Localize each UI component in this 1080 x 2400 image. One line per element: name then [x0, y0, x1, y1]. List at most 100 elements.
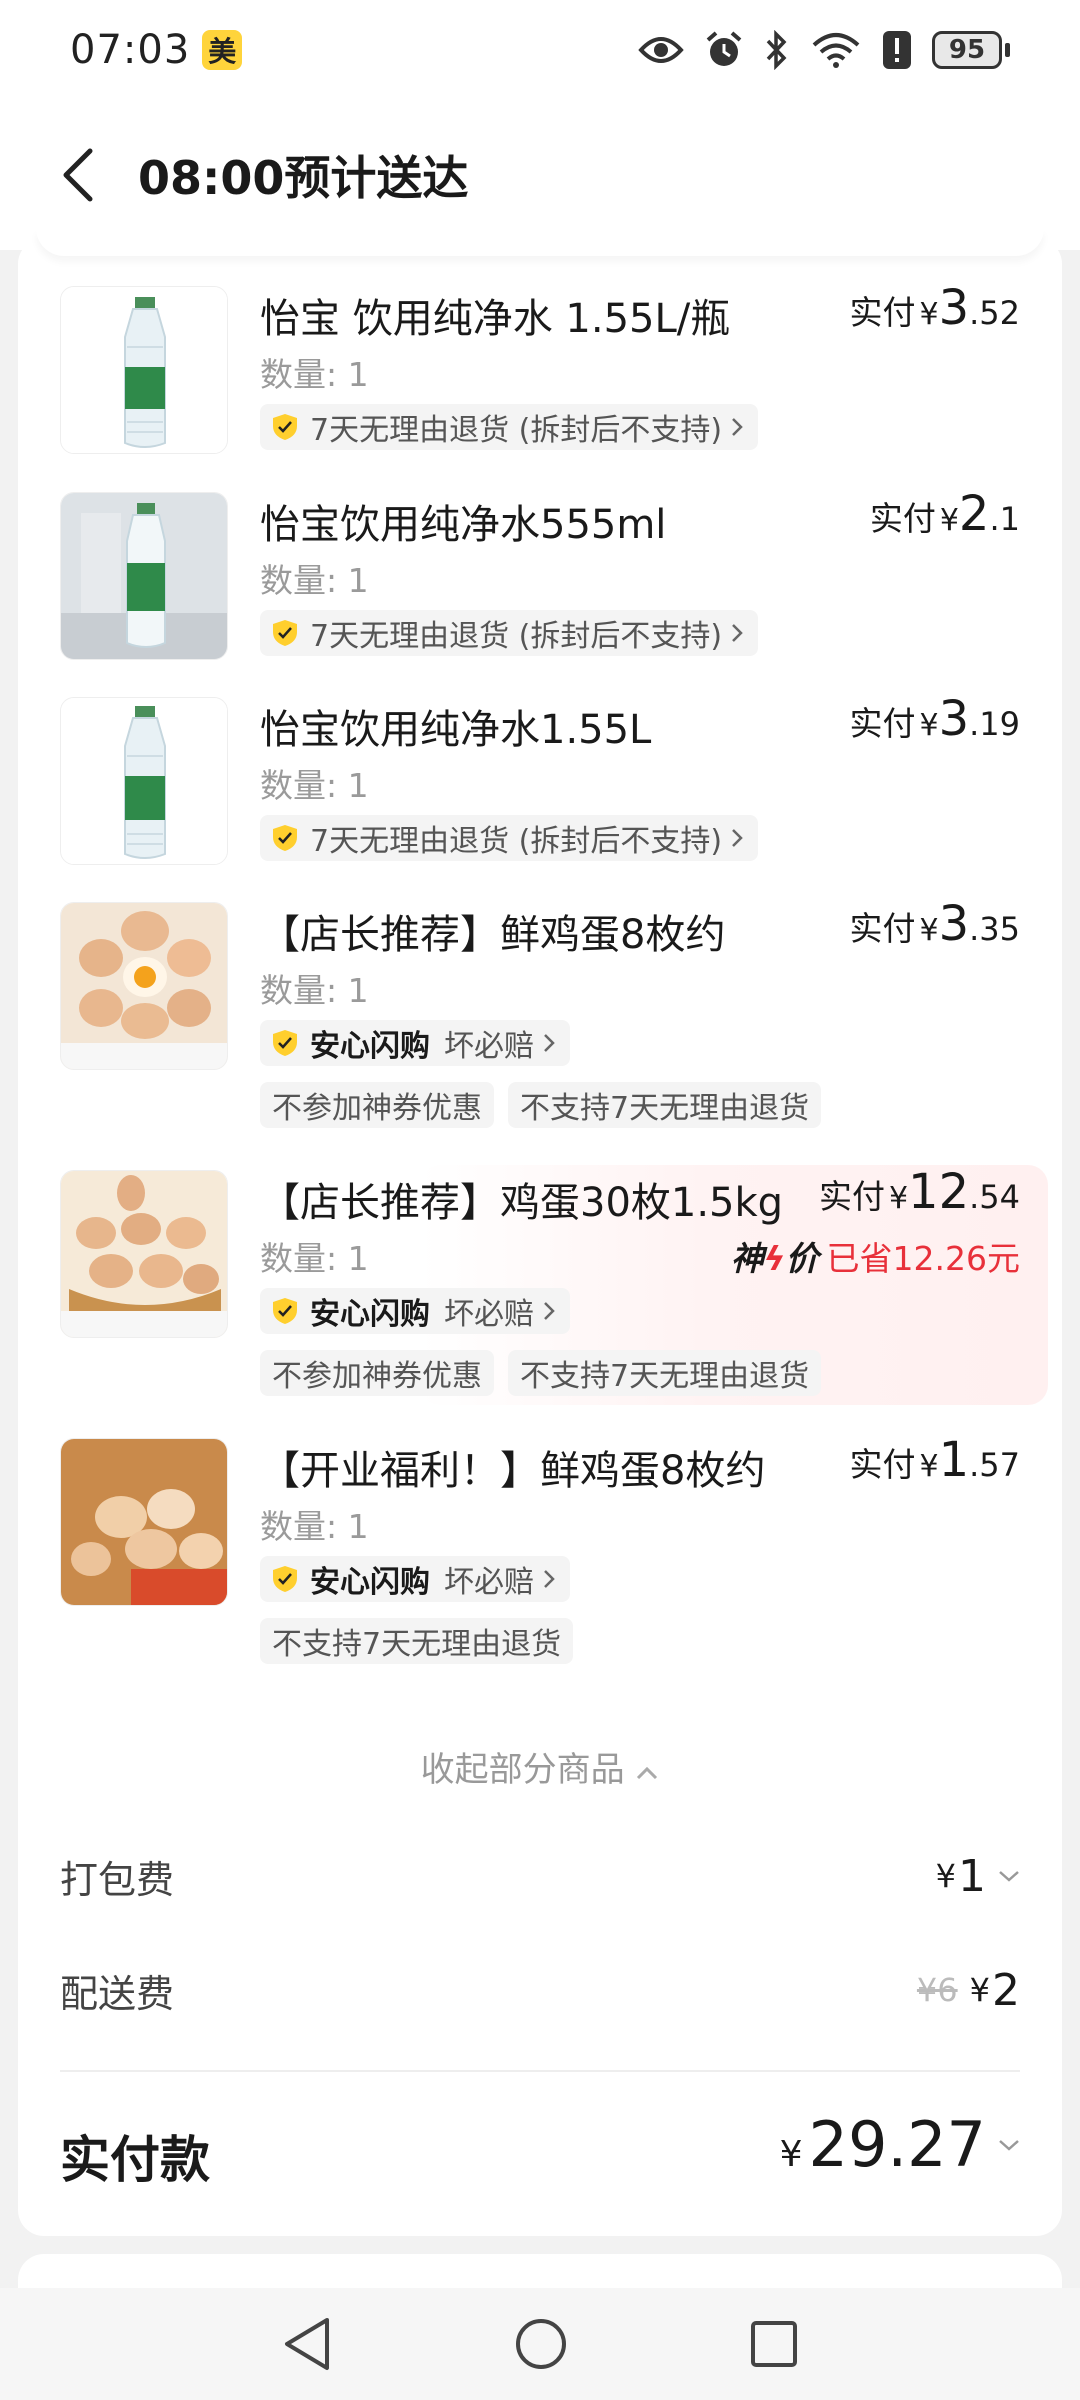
safe-purchase-tag[interactable]: 安心闪购 坏必赔 [260, 1556, 570, 1602]
nav-recents-icon[interactable] [749, 2319, 799, 2369]
price-currency: ¥ [939, 503, 959, 538]
fee-amount: 1 [958, 1850, 986, 1902]
restriction-tags: 不支持7天无理由退货 [260, 1618, 574, 1664]
status-icons: 95 [638, 30, 1010, 70]
shield-check-icon [273, 414, 297, 440]
chevron-right-icon [544, 1034, 555, 1052]
back-button[interactable] [58, 145, 108, 205]
product-image-water-bottle [60, 492, 228, 660]
safe-purchase-title: 安心闪购 [310, 1029, 430, 1064]
price-decimal: .1 [989, 500, 1020, 538]
chevron-right-icon [732, 624, 743, 642]
price-decimal: .57 [969, 1446, 1020, 1484]
system-nav-bar [0, 2288, 1080, 2400]
packing-fee-row[interactable]: 打包费 ¥1 [60, 1846, 1020, 1906]
battery-icon: 95 [932, 31, 1010, 69]
product-name: 【店长推荐】鲜鸡蛋8枚约 [260, 912, 726, 958]
app-badge: 美 [202, 30, 243, 70]
restriction-tag: 不参加神券优惠 [260, 1082, 494, 1128]
price-label: 实付 [849, 909, 916, 948]
wifi-icon [812, 33, 860, 68]
currency-symbol: ¥ [935, 1857, 956, 1895]
list-item[interactable]: 怡宝饮用纯净水1.55L 数量: 1 实付 ¥3.19 7天无理由退货 (拆封后不… [60, 691, 1020, 867]
restriction-tag: 不参加神券优惠 [260, 1350, 494, 1396]
fee-amount: 2 [992, 1964, 1020, 2016]
price-decimal: .35 [969, 910, 1020, 948]
list-item[interactable]: 怡宝饮用纯净水555ml 数量: 1 实付 ¥2.1 7天无理由退货 (拆封后不支… [60, 486, 1020, 662]
total-amount[interactable]: ¥ 29.27 [780, 2108, 1020, 2181]
list-item[interactable]: 【店长推荐】鸡蛋30枚1.5kg 数量: 1 实付 ¥12.54 神ϟ价 已省12.… [60, 1164, 1020, 1400]
price-integer: 3 [938, 896, 970, 952]
shield-check-icon [273, 620, 297, 646]
shield-check-icon [273, 825, 297, 851]
shield-check-icon [273, 1030, 297, 1056]
chevron-right-icon [544, 1570, 555, 1588]
product-name: 怡宝饮用纯净水555ml [260, 502, 667, 548]
product-price: 实付 ¥3.52 [849, 280, 1020, 336]
currency-symbol: ¥ [969, 1971, 990, 2009]
restriction-tag: 不支持7天无理由退货 [508, 1082, 822, 1128]
battery-level: 95 [932, 31, 1002, 69]
safe-purchase-tag[interactable]: 安心闪购 坏必赔 [260, 1288, 570, 1334]
battery-tip [1005, 43, 1010, 57]
chevron-right-icon [544, 1302, 555, 1320]
packing-fee-label: 打包费 [60, 1857, 175, 1902]
price-currency: ¥ [888, 1181, 909, 1216]
savings-amount: 已省12.26元 [826, 1239, 1020, 1278]
list-item[interactable]: 怡宝 饮用纯净水 1.55L/瓶 数量: 1 实付 ¥3.52 7天无理由退货 (… [60, 280, 1020, 456]
return-policy-tag[interactable]: 7天无理由退货 (拆封后不支持) [260, 610, 759, 656]
price-decimal: .19 [969, 705, 1020, 743]
price-integer: 1 [938, 1432, 970, 1488]
product-price: 实付 ¥12.54 [819, 1164, 1020, 1220]
safe-purchase-title: 安心闪购 [310, 1565, 430, 1600]
packing-fee-value: ¥1 [936, 1851, 1020, 1902]
price-label: 实付 [849, 704, 916, 743]
nav-home-icon[interactable] [513, 2316, 569, 2372]
price-integer: 3 [938, 691, 970, 747]
safe-purchase-tag[interactable]: 安心闪购 坏必赔 [260, 1020, 570, 1066]
product-name: 【开业福利！】鲜鸡蛋8枚约 [260, 1448, 766, 1494]
delivery-fee-row: 配送费 ¥6 ¥2 [60, 1960, 1020, 2020]
price-integer: 2 [958, 486, 990, 542]
price-integer: 3 [938, 280, 970, 336]
product-image-eggs [60, 902, 228, 1070]
price-currency: ¥ [919, 297, 939, 332]
return-policy-tag[interactable]: 7天无理由退货 (拆封后不支持) [260, 815, 759, 861]
product-quantity: 数量: 1 [260, 766, 369, 805]
price-currency: ¥ [919, 913, 939, 948]
price-decimal: .54 [969, 1178, 1020, 1216]
alarm-icon [706, 31, 742, 66]
price-integer: 12 [908, 1164, 970, 1220]
safe-purchase-text: 坏必赔 [444, 1029, 534, 1064]
price-currency: ¥ [919, 708, 939, 743]
restriction-tag: 不支持7天无理由退货 [260, 1618, 574, 1664]
eye-icon [638, 37, 684, 63]
logo-char: 价 [785, 1239, 819, 1278]
return-policy-tag[interactable]: 7天无理由退货 (拆封后不支持) [260, 404, 759, 450]
currency-symbol: ¥ [779, 2134, 803, 2175]
price-currency: ¥ [919, 1449, 939, 1484]
safe-purchase-title: 安心闪购 [310, 1297, 430, 1332]
delivery-fee-value: ¥6 ¥2 [917, 1965, 1020, 2016]
return-policy-text: 7天无理由退货 (拆封后不支持) [310, 824, 723, 859]
collapse-items-button[interactable]: 收起部分商品 [0, 1742, 1080, 1791]
list-item[interactable]: 【开业福利！】鲜鸡蛋8枚约 数量: 1 实付 ¥1.57 安心闪购 坏必赔 不支持… [60, 1432, 1020, 1668]
product-quantity: 数量: 1 [260, 355, 369, 394]
chevron-down-icon [999, 2139, 1019, 2151]
bolt-icon: ϟ [763, 1239, 786, 1278]
product-quantity: 数量: 1 [260, 1239, 369, 1278]
chevron-down-icon [999, 1871, 1019, 1882]
bluetooth-icon [766, 30, 787, 70]
status-time: 07:03 [70, 27, 191, 73]
list-item[interactable]: 【店长推荐】鲜鸡蛋8枚约 数量: 1 实付 ¥3.35 安心闪购 坏必赔 不参加神… [60, 896, 1020, 1132]
savings-info: 神ϟ价 已省12.26元 [731, 1232, 1020, 1280]
price-label: 实付 [869, 499, 936, 538]
logo-char: 神 [730, 1239, 764, 1278]
total-value: 29.27 [808, 2108, 987, 2181]
shenjia-logo: 神ϟ价 [731, 1239, 819, 1278]
nav-back-icon[interactable] [281, 2316, 333, 2372]
product-image-eggs [60, 1170, 228, 1338]
price-label: 实付 [849, 1445, 916, 1484]
safe-purchase-text: 坏必赔 [444, 1565, 534, 1600]
restriction-tags: 不参加神券优惠 不支持7天无理由退货 [260, 1350, 822, 1396]
